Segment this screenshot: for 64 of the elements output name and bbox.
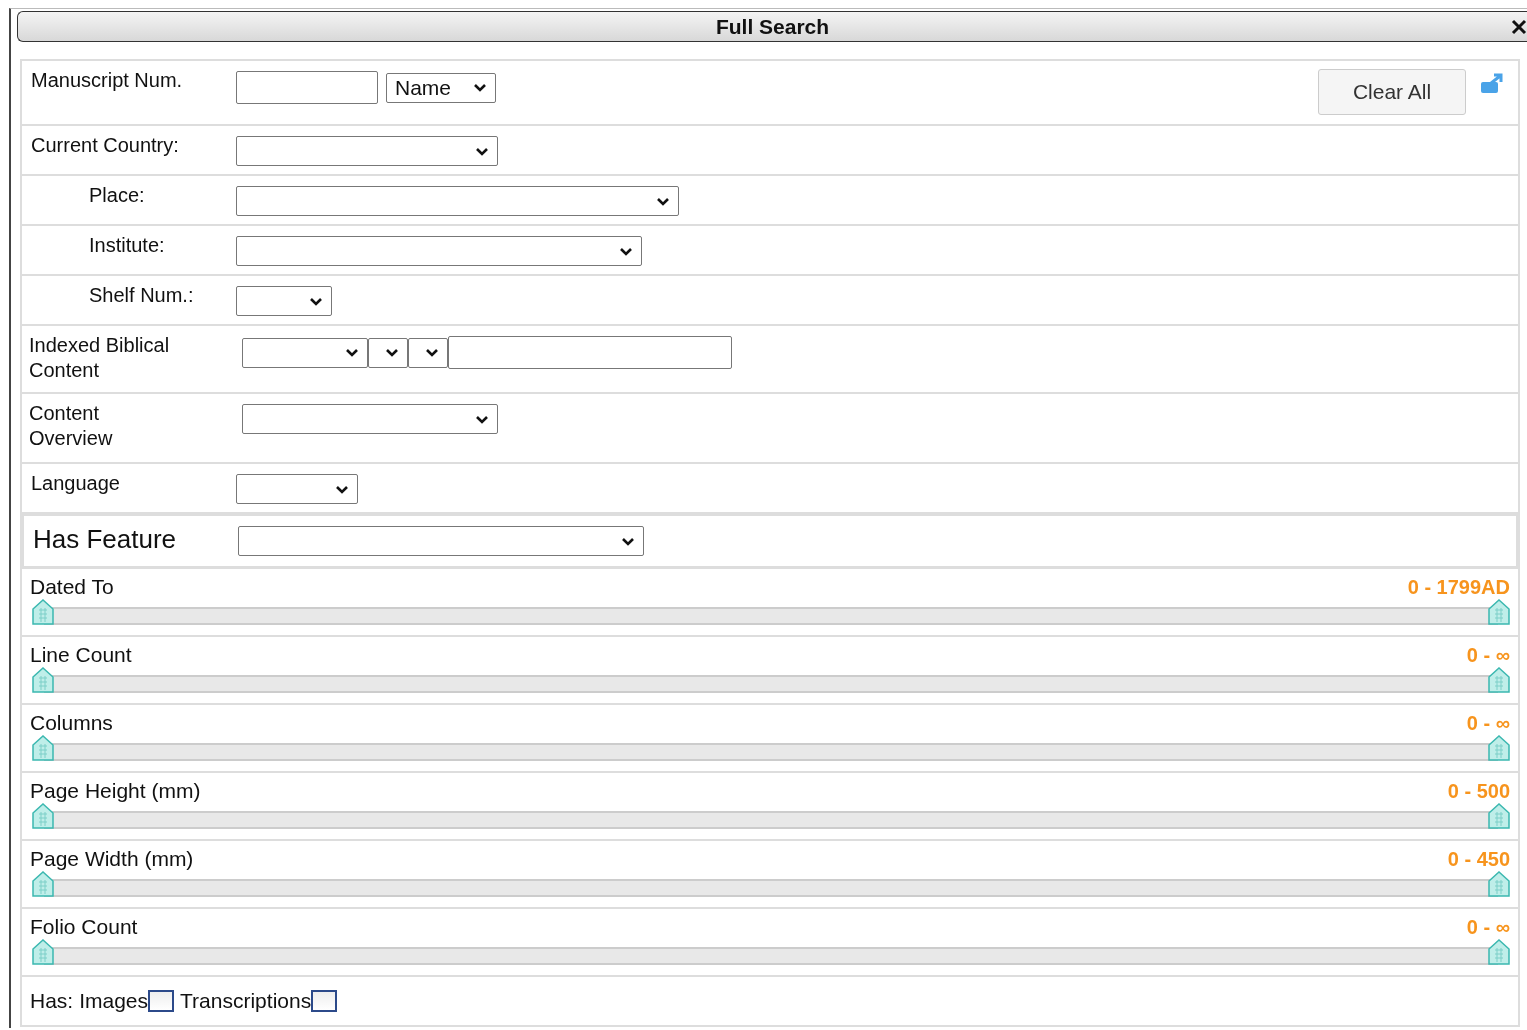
slider-label: Page Width (mm) xyxy=(30,847,194,871)
field-label: Language xyxy=(30,471,121,496)
range-reading: 0 - ∞ xyxy=(1466,915,1510,939)
range-reading: 0 - ∞ xyxy=(1466,711,1510,735)
slider-label: Columns xyxy=(30,711,113,735)
checkbox[interactable] xyxy=(311,990,338,1012)
text-field[interactable] xyxy=(236,71,378,104)
field-label: Institute: xyxy=(88,233,166,258)
field-label: Manuscript Num. xyxy=(30,68,184,93)
slider-handle[interactable] xyxy=(1488,667,1510,693)
checkbox-label: Transcriptions xyxy=(180,989,312,1013)
field-label: Shelf Num.: xyxy=(88,283,195,308)
has-label: Has: xyxy=(30,989,74,1013)
close-icon[interactable] xyxy=(1511,19,1527,35)
field-label: Has Feature xyxy=(32,523,178,554)
range-slider[interactable] xyxy=(32,735,1510,761)
slider-handle[interactable] xyxy=(32,939,54,965)
slider-handle[interactable] xyxy=(32,599,54,625)
caret-icon xyxy=(619,246,633,256)
caret-icon xyxy=(309,296,323,306)
slider-handle[interactable] xyxy=(32,871,54,897)
caret-icon xyxy=(345,348,359,357)
range-slider[interactable] xyxy=(32,871,1510,897)
slider-handle[interactable] xyxy=(1488,871,1510,897)
checkbox[interactable] xyxy=(148,990,175,1012)
range-reading: 0 - 1799AD xyxy=(1407,575,1510,599)
slider-handle[interactable] xyxy=(1488,735,1510,761)
slider-label: Dated To xyxy=(30,575,114,599)
dropdown[interactable]: Name xyxy=(386,72,496,103)
caret-icon xyxy=(425,348,439,357)
range-slider[interactable] xyxy=(32,599,1510,625)
checkbox-label: Images xyxy=(79,989,149,1013)
range-reading: 0 - 450 xyxy=(1447,847,1510,871)
field-label: Current Country: xyxy=(30,133,180,158)
range-reading: 0 - ∞ xyxy=(1466,643,1510,667)
range-reading: 0 - 500 xyxy=(1447,779,1510,803)
field-label: Indexed Biblical Content xyxy=(28,333,171,383)
field-label: Content Overview xyxy=(28,401,114,451)
caret-icon xyxy=(475,414,489,424)
dropdown[interactable] xyxy=(408,337,448,368)
slider-handle[interactable] xyxy=(1488,599,1510,625)
caret-icon xyxy=(335,484,349,494)
slider-handle[interactable] xyxy=(32,803,54,829)
range-slider[interactable] xyxy=(32,939,1510,965)
text-field[interactable] xyxy=(448,336,732,369)
slider-handle[interactable] xyxy=(32,735,54,761)
slider-handle[interactable] xyxy=(1488,803,1510,829)
slider-label: Page Height (mm) xyxy=(30,779,201,803)
caret-icon xyxy=(475,146,489,156)
field-label: Place: xyxy=(88,183,146,208)
slider-handle[interactable] xyxy=(1488,939,1510,965)
pop-out-icon[interactable] xyxy=(1480,73,1506,95)
window-title: Full Search xyxy=(715,14,830,39)
range-slider[interactable] xyxy=(32,803,1510,829)
clear-all-button[interactable]: Clear All xyxy=(1318,69,1466,115)
range-slider[interactable] xyxy=(32,667,1510,693)
caret-icon xyxy=(385,348,399,357)
caret-icon xyxy=(621,536,635,546)
caret-icon xyxy=(656,196,670,206)
dropdown[interactable] xyxy=(368,337,408,368)
slider-label: Folio Count xyxy=(30,915,138,939)
caret-icon xyxy=(473,83,487,92)
slider-handle[interactable] xyxy=(32,667,54,693)
slider-label: Line Count xyxy=(30,643,132,667)
